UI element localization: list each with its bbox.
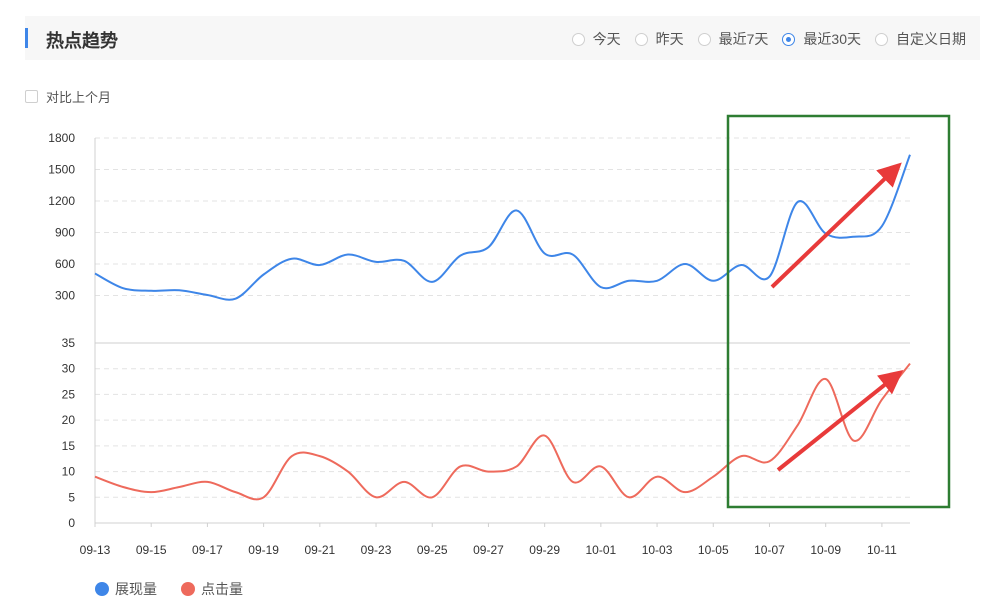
x-tick-label: 09-21 [304,543,335,557]
y-tick-label: 300 [55,289,75,303]
legend-item-clicks[interactable]: 点击量 [181,579,243,599]
impressions-y-axis: 300 600 900 1200 1500 1800 [48,131,75,303]
x-tick-label: 10-03 [642,543,673,557]
x-tick-label: 09-13 [80,543,111,557]
y-tick-label: 1200 [48,194,75,208]
y-tick-label: 10 [62,465,76,479]
y-tick-label: 900 [55,226,75,240]
series-lines [94,154,911,501]
x-tick-label: 10-07 [754,543,785,557]
x-tick-label: 10-09 [810,543,841,557]
axes [94,138,910,524]
y-tick-label: 1800 [48,131,75,145]
x-tick-label: 09-25 [417,543,448,557]
x-tick-label: 09-27 [473,543,504,557]
legend-dot-icon [181,582,195,596]
x-tick-label: 09-17 [192,543,223,557]
y-tick-label: 35 [62,336,76,350]
trend-arrow-clicks [776,370,904,472]
x-tick-label: 09-15 [136,543,167,557]
y-tick-label: 25 [62,387,76,401]
x-tick-label: 09-19 [248,543,279,557]
legend-label: 展现量 [115,581,157,597]
chart-legend: 展现量 点击量 [95,579,243,599]
grid-lines [95,137,910,498]
impressions-line [94,154,911,301]
clicks-line [94,362,911,501]
legend-label: 点击量 [201,581,243,597]
x-tick-label: 10-01 [586,543,617,557]
highlight-box [726,114,951,509]
legend-dot-icon [95,582,109,596]
x-tick-label: 10-11 [867,543,897,557]
clicks-y-axis: 0 5 10 15 20 25 30 35 [62,336,76,530]
x-tick-label: 10-05 [698,543,729,557]
annotation-overlay [726,114,951,509]
x-tick-label: 09-23 [361,543,392,557]
y-tick-label: 15 [62,439,76,453]
y-tick-label: 20 [62,413,76,427]
y-tick-label: 1500 [48,163,75,177]
y-tick-label: 5 [68,490,75,504]
y-tick-label: 30 [62,362,76,376]
x-axis: 09-13 09-15 09-17 09-19 09-21 09-23 09-25 09-27… [80,523,897,557]
x-tick-label: 09-29 [529,543,560,557]
y-tick-label: 600 [55,257,75,271]
trend-arrow-impressions [770,162,902,289]
y-tick-label: 0 [68,516,75,530]
trend-chart: 300 600 900 1200 1500 1800 0 5 10 15 20 25 30 35 09-… [48,114,951,557]
legend-item-impressions[interactable]: 展现量 [95,579,157,599]
